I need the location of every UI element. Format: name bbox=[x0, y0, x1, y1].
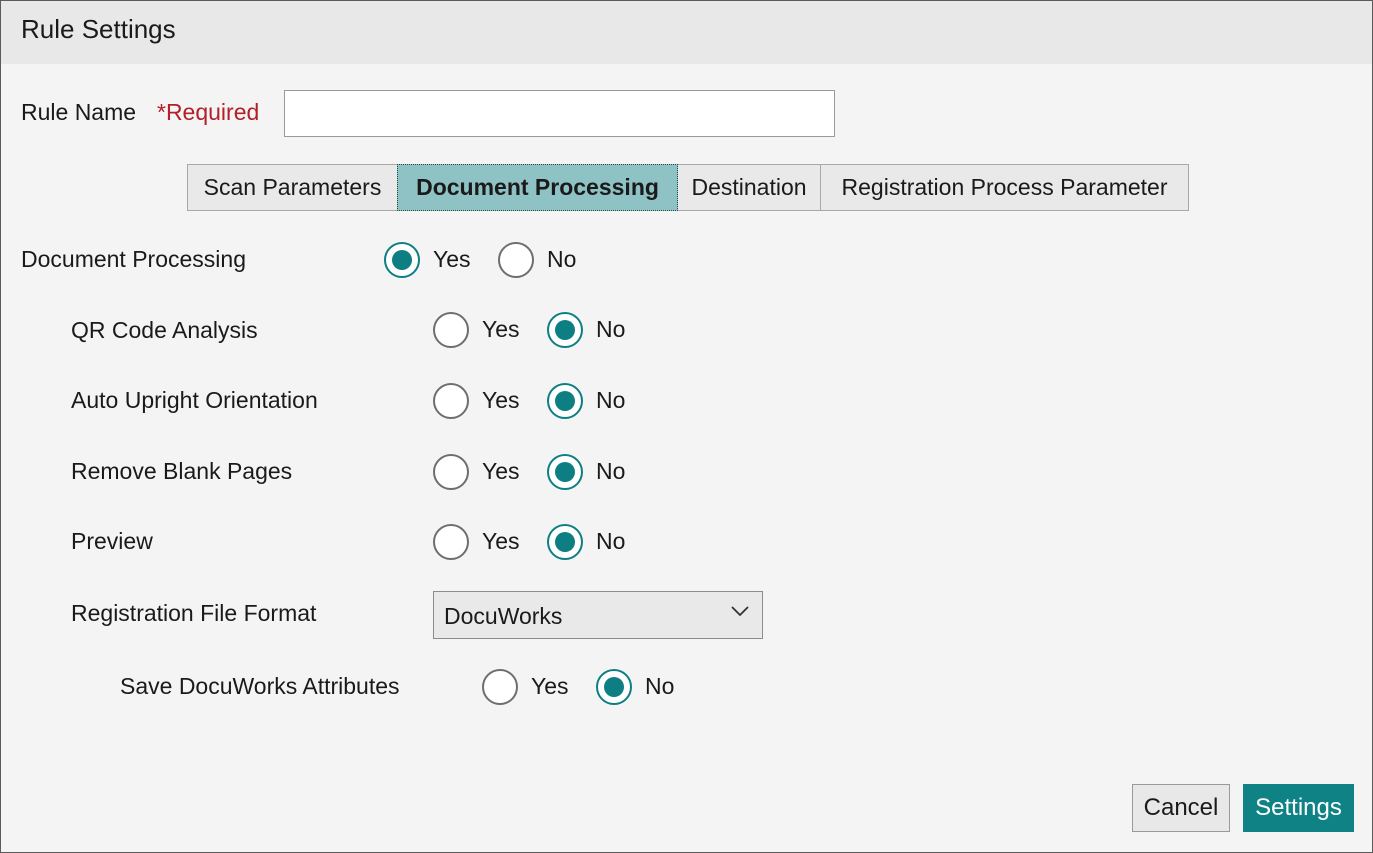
preview-no-label[interactable]: No bbox=[596, 528, 625, 555]
auto-upright-orientation-yes-radio[interactable] bbox=[433, 383, 469, 419]
document-processing-label: Document Processing bbox=[21, 246, 246, 272]
remove-blank-pages-yes-label[interactable]: Yes bbox=[482, 458, 520, 485]
save-docuworks-attributes-no-radio[interactable] bbox=[596, 669, 632, 705]
preview-no-radio[interactable] bbox=[547, 524, 583, 560]
settings-button[interactable]: Settings bbox=[1243, 784, 1354, 832]
save-docuworks-attributes-label: Save DocuWorks Attributes bbox=[120, 673, 400, 699]
required-indicator: *Required bbox=[157, 99, 260, 125]
tab-document-processing[interactable]: Document Processing bbox=[397, 164, 678, 211]
qr-code-analysis-label: QR Code Analysis bbox=[71, 317, 258, 343]
qr-code-analysis-no-label[interactable]: No bbox=[596, 316, 625, 343]
remove-blank-pages-no-radio[interactable] bbox=[547, 454, 583, 490]
tab-bar: Scan Parameters Document Processing Dest… bbox=[187, 164, 1189, 211]
save-docuworks-attributes-no-label[interactable]: No bbox=[645, 673, 674, 700]
preview-yes-radio[interactable] bbox=[433, 524, 469, 560]
rule-name-input[interactable] bbox=[284, 90, 835, 137]
remove-blank-pages-label: Remove Blank Pages bbox=[71, 458, 293, 484]
preview-yes-label[interactable]: Yes bbox=[482, 528, 520, 555]
registration-file-format-value: DocuWorks bbox=[444, 603, 563, 629]
auto-upright-orientation-label: Auto Upright Orientation bbox=[71, 387, 318, 413]
registration-file-format-select[interactable]: DocuWorks bbox=[433, 591, 763, 639]
qr-code-analysis-yes-label[interactable]: Yes bbox=[482, 316, 520, 343]
document-processing-no-label[interactable]: No bbox=[547, 246, 576, 273]
auto-upright-orientation-no-radio[interactable] bbox=[547, 383, 583, 419]
qr-code-analysis-no-radio[interactable] bbox=[547, 312, 583, 348]
preview-label: Preview bbox=[71, 528, 153, 554]
registration-file-format-label: Registration File Format bbox=[71, 600, 317, 626]
remove-blank-pages-no-label[interactable]: No bbox=[596, 458, 625, 485]
tab-destination[interactable]: Destination bbox=[677, 164, 821, 211]
tab-registration-process-parameter[interactable]: Registration Process Parameter bbox=[820, 164, 1189, 211]
document-processing-yes-radio[interactable] bbox=[384, 242, 420, 278]
remove-blank-pages-yes-radio[interactable] bbox=[433, 454, 469, 490]
tab-scan-parameters[interactable]: Scan Parameters bbox=[187, 164, 398, 211]
save-docuworks-attributes-yes-radio[interactable] bbox=[482, 669, 518, 705]
document-processing-yes-label[interactable]: Yes bbox=[433, 246, 471, 273]
rule-settings-dialog: Rule Settings Rule Name *Required Scan P… bbox=[0, 0, 1373, 853]
cancel-button[interactable]: Cancel bbox=[1132, 784, 1230, 832]
document-processing-no-radio[interactable] bbox=[498, 242, 534, 278]
chevron-down-icon bbox=[731, 606, 749, 617]
auto-upright-orientation-yes-label[interactable]: Yes bbox=[482, 387, 520, 414]
save-docuworks-attributes-yes-label[interactable]: Yes bbox=[531, 673, 569, 700]
dialog-titlebar: Rule Settings bbox=[1, 1, 1372, 64]
qr-code-analysis-yes-radio[interactable] bbox=[433, 312, 469, 348]
dialog-title: Rule Settings bbox=[21, 14, 176, 44]
rule-name-label: Rule Name bbox=[21, 99, 137, 125]
auto-upright-orientation-no-label[interactable]: No bbox=[596, 387, 625, 414]
